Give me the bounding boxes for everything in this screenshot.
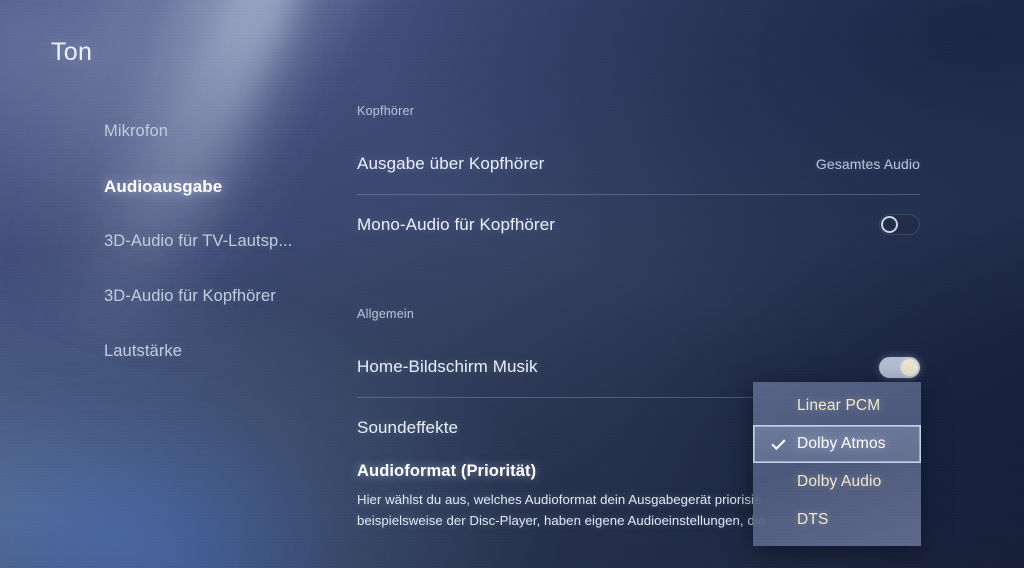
toggle-home-screen-music[interactable] (879, 356, 920, 378)
sidebar-item-3d-audio-kopfhoerer[interactable]: 3D-Audio für Kopfhörer (104, 269, 329, 324)
ps5-sound-settings-screen: Ton Mikrofon Audioausgabe 3D-Audio für T… (0, 0, 1024, 568)
sidebar-item-3d-audio-tv[interactable]: 3D-Audio für TV-Lautsp... (104, 214, 329, 269)
setting-row-mono-audio-kopfhoerer[interactable]: Mono-Audio für Kopfhörer (357, 194, 920, 254)
sidebar-item-mikrofon[interactable]: Mikrofon (104, 104, 329, 159)
dropdown-option-label: Dolby Audio (797, 473, 882, 490)
toggle-mono-audio[interactable] (879, 214, 920, 235)
dropdown-option-dts[interactable]: DTS (753, 501, 921, 539)
dropdown-option-dolby-audio[interactable]: Dolby Audio (753, 463, 921, 501)
setting-label: Mono-Audio für Kopfhörer (357, 214, 556, 234)
sidebar-item-lautstaerke[interactable]: Lautstärke (104, 324, 329, 379)
checkmark-icon (771, 435, 786, 451)
section-header-kopfhoerer: Kopfhörer (357, 104, 415, 118)
setting-row-ausgabe-ueber-kopfhoerer[interactable]: Ausgabe über Kopfhörer Gesamtes Audio (357, 134, 920, 194)
sidebar-item-label: Mikrofon (104, 122, 169, 140)
settings-sidebar: Mikrofon Audioausgabe 3D-Audio für TV-La… (104, 104, 329, 379)
setting-value: Gesamtes Audio (815, 156, 920, 172)
setting-label: Soundeffekte (357, 417, 459, 437)
setting-label: Ausgabe über Kopfhörer (357, 154, 545, 173)
sidebar-item-audioausgabe[interactable]: Audioausgabe (104, 159, 329, 214)
dropdown-option-linear-pcm[interactable]: Linear PCM (753, 387, 921, 425)
dropdown-option-dolby-atmos[interactable]: Dolby Atmos (753, 425, 921, 463)
page-title: Ton (51, 38, 93, 66)
setting-label: Home-Bildschirm Musik (357, 357, 538, 376)
sidebar-item-label: Audioausgabe (104, 176, 223, 196)
toggle-knob (901, 358, 918, 376)
light-glow-bottom-left (0, 403, 360, 568)
audioformat-dropdown-menu[interactable]: Linear PCM Dolby Atmos Dolby Audio DTS (753, 382, 921, 546)
dropdown-option-label: Linear PCM (797, 397, 881, 414)
sidebar-item-label: 3D-Audio für TV-Lautsp... (104, 232, 293, 250)
sidebar-item-label: 3D-Audio für Kopfhörer (104, 287, 276, 305)
dropdown-option-label: DTS (797, 511, 829, 528)
section-header-allgemein: Allgemein (357, 307, 415, 321)
sidebar-item-label: Lautstärke (104, 342, 183, 360)
dropdown-option-label: Dolby Atmos (797, 435, 886, 452)
toggle-knob (881, 216, 898, 233)
